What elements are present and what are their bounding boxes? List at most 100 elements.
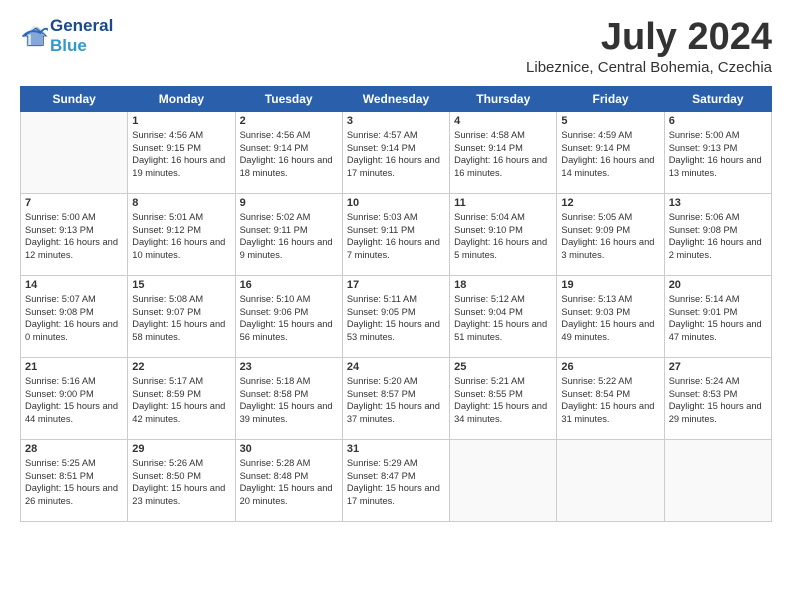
day-number: 28 (25, 443, 123, 455)
cal-cell-5-6 (557, 440, 664, 522)
cal-cell-2-3: 9Sunrise: 5:02 AMSunset: 9:11 PMDaylight… (235, 194, 342, 276)
month-title: July 2024 (526, 16, 772, 59)
calendar-table: SundayMondayTuesdayWednesdayThursdayFrid… (20, 86, 772, 522)
cal-cell-1-2: 1Sunrise: 4:56 AMSunset: 9:15 PMDaylight… (128, 112, 235, 194)
day-number: 12 (561, 197, 659, 209)
sunset-text: Sunset: 8:47 PM (347, 470, 445, 483)
day-number: 3 (347, 115, 445, 127)
day-number: 27 (669, 361, 767, 373)
cal-cell-2-2: 8Sunrise: 5:01 AMSunset: 9:12 PMDaylight… (128, 194, 235, 276)
cal-cell-3-1: 14 Sunrise: 5:07 AMSunset: 9:08 PMDayligh… (21, 276, 128, 358)
daylight-text: Daylight: 15 hours and 17 minutes. (347, 482, 445, 507)
cal-cell-3-2: 15Sunrise: 5:08 AMSunset: 9:07 PMDayligh… (128, 276, 235, 358)
sunrise-text: Sunrise: 4:58 AM (454, 129, 552, 142)
header: General Blue July 2024 Libeznice, Centra… (20, 16, 772, 76)
logo-text: General Blue (50, 16, 113, 55)
sunrise-text: Sunrise: 5:03 AM (347, 211, 445, 224)
sunset-text: Sunset: 9:06 PM (240, 306, 338, 319)
sunset-text: Sunset: 9:13 PM (25, 224, 123, 237)
cal-cell-1-1 (21, 112, 128, 194)
cal-cell-1-5: 4 Sunrise: 4:58 AMSunset: 9:14 PMDaylight… (450, 112, 557, 194)
week-row-3: 14Sunrise: 5:07 AMSunset: 9:08 PMDayligh… (21, 276, 772, 358)
cal-cell-5-1: 28Sunrise: 5:25 AMSunset: 8:51 PMDayligh… (21, 440, 128, 522)
cal-cell-2-7: 13Sunrise: 5:06 AMSunset: 9:08 PMDayligh… (664, 194, 771, 276)
weekday-header-friday: Friday (557, 87, 664, 112)
sunset-text: Sunset: 8:59 PM (132, 388, 230, 401)
week-row-2: 7Sunrise: 5:00 AMSunset: 9:13 PMDaylight… (21, 194, 772, 276)
day-number: 21 (25, 361, 123, 373)
cal-cell-4-2: 22Sunrise: 5:17 AMSunset: 8:59 PMDayligh… (128, 358, 235, 440)
daylight-text: Daylight: 15 hours and 44 minutes. (25, 400, 123, 425)
sunrise-text: Sunrise: 5:08 AM (132, 293, 230, 306)
cal-cell-4-1: 21Sunrise: 5:16 AMSunset: 9:00 PMDayligh… (21, 358, 128, 440)
day-number: 29 (132, 443, 230, 455)
cal-cell-4-3: 23Sunrise: 5:18 AMSunset: 8:58 PMDayligh… (235, 358, 342, 440)
daylight-text: Daylight: 16 hours and 14 minutes. (561, 154, 659, 179)
sunrise-text: Sunrise: 5:01 AM (132, 211, 230, 224)
sunset-text: Sunset: 9:11 PM (240, 224, 338, 237)
sunrise-text: Sunrise: 4:56 AM (132, 129, 230, 142)
cal-cell-3-4: 17Sunrise: 5:11 AMSunset: 9:05 PMDayligh… (342, 276, 449, 358)
daylight-text: Daylight: 15 hours and 47 minutes. (669, 318, 767, 343)
week-row-5: 28Sunrise: 5:25 AMSunset: 8:51 PMDayligh… (21, 440, 772, 522)
day-number: 17 (347, 279, 445, 291)
sunset-text: Sunset: 8:55 PM (454, 388, 552, 401)
day-number: 14 (25, 279, 123, 291)
cal-cell-5-2: 29Sunrise: 5:26 AMSunset: 8:50 PMDayligh… (128, 440, 235, 522)
sunrise-text: Sunrise: 5:06 AM (669, 211, 767, 224)
cal-cell-5-3: 30Sunrise: 5:28 AMSunset: 8:48 PMDayligh… (235, 440, 342, 522)
cal-cell-2-6: 12Sunrise: 5:05 AMSunset: 9:09 PMDayligh… (557, 194, 664, 276)
sunset-text: Sunset: 9:08 PM (25, 306, 123, 319)
daylight-text: Daylight: 15 hours and 29 minutes. (669, 400, 767, 425)
sunrise-text: Sunrise: 5:21 AM (454, 375, 552, 388)
day-number: 19 (561, 279, 659, 291)
cal-cell-3-5: 18Sunrise: 5:12 AMSunset: 9:04 PMDayligh… (450, 276, 557, 358)
logo-icon (20, 22, 48, 50)
sunrise-text: Sunrise: 5:20 AM (347, 375, 445, 388)
cal-cell-5-7 (664, 440, 771, 522)
daylight-text: Daylight: 16 hours and 19 minutes. (132, 154, 230, 179)
day-number: 10 (347, 197, 445, 209)
daylight-text: Daylight: 16 hours and 10 minutes. (132, 236, 230, 261)
sunset-text: Sunset: 9:08 PM (669, 224, 767, 237)
daylight-text: Daylight: 16 hours and 0 minutes. (25, 318, 123, 343)
day-number: 7 (25, 197, 123, 209)
logo-line1: General (50, 16, 113, 35)
sunset-text: Sunset: 9:05 PM (347, 306, 445, 319)
cal-cell-5-5 (450, 440, 557, 522)
day-number: 13 (669, 197, 767, 209)
day-number: 26 (561, 361, 659, 373)
sunrise-text: Sunrise: 5:07 AM (25, 293, 123, 306)
daylight-text: Daylight: 16 hours and 16 minutes. (454, 154, 552, 179)
sunrise-text: Sunrise: 5:24 AM (669, 375, 767, 388)
daylight-text: Daylight: 16 hours and 7 minutes. (347, 236, 445, 261)
daylight-text: Daylight: 15 hours and 51 minutes. (454, 318, 552, 343)
location-title: Libeznice, Central Bohemia, Czechia (526, 59, 772, 76)
sunrise-text: Sunrise: 5:28 AM (240, 457, 338, 470)
week-row-4: 21Sunrise: 5:16 AMSunset: 9:00 PMDayligh… (21, 358, 772, 440)
weekday-header-saturday: Saturday (664, 87, 771, 112)
weekday-header-wednesday: Wednesday (342, 87, 449, 112)
cal-cell-2-1: 7Sunrise: 5:00 AMSunset: 9:13 PMDaylight… (21, 194, 128, 276)
sunrise-text: Sunrise: 5:29 AM (347, 457, 445, 470)
sunset-text: Sunset: 9:14 PM (454, 142, 552, 155)
cal-cell-2-4: 10Sunrise: 5:03 AMSunset: 9:11 PMDayligh… (342, 194, 449, 276)
day-number: 2 (240, 115, 338, 127)
sunrise-text: Sunrise: 4:56 AM (240, 129, 338, 142)
sunrise-text: Sunrise: 5:00 AM (669, 129, 767, 142)
sunrise-text: Sunrise: 5:04 AM (454, 211, 552, 224)
daylight-text: Daylight: 16 hours and 13 minutes. (669, 154, 767, 179)
sunset-text: Sunset: 8:51 PM (25, 470, 123, 483)
daylight-text: Daylight: 15 hours and 56 minutes. (240, 318, 338, 343)
sunset-text: Sunset: 8:57 PM (347, 388, 445, 401)
weekday-header-thursday: Thursday (450, 87, 557, 112)
day-number: 4 (454, 115, 552, 127)
week-row-1: 1Sunrise: 4:56 AMSunset: 9:15 PMDaylight… (21, 112, 772, 194)
day-number: 31 (347, 443, 445, 455)
sunset-text: Sunset: 9:01 PM (669, 306, 767, 319)
daylight-text: Daylight: 16 hours and 12 minutes. (25, 236, 123, 261)
sunset-text: Sunset: 9:12 PM (132, 224, 230, 237)
sunrise-text: Sunrise: 5:13 AM (561, 293, 659, 306)
sunset-text: Sunset: 9:09 PM (561, 224, 659, 237)
sunset-text: Sunset: 9:14 PM (240, 142, 338, 155)
